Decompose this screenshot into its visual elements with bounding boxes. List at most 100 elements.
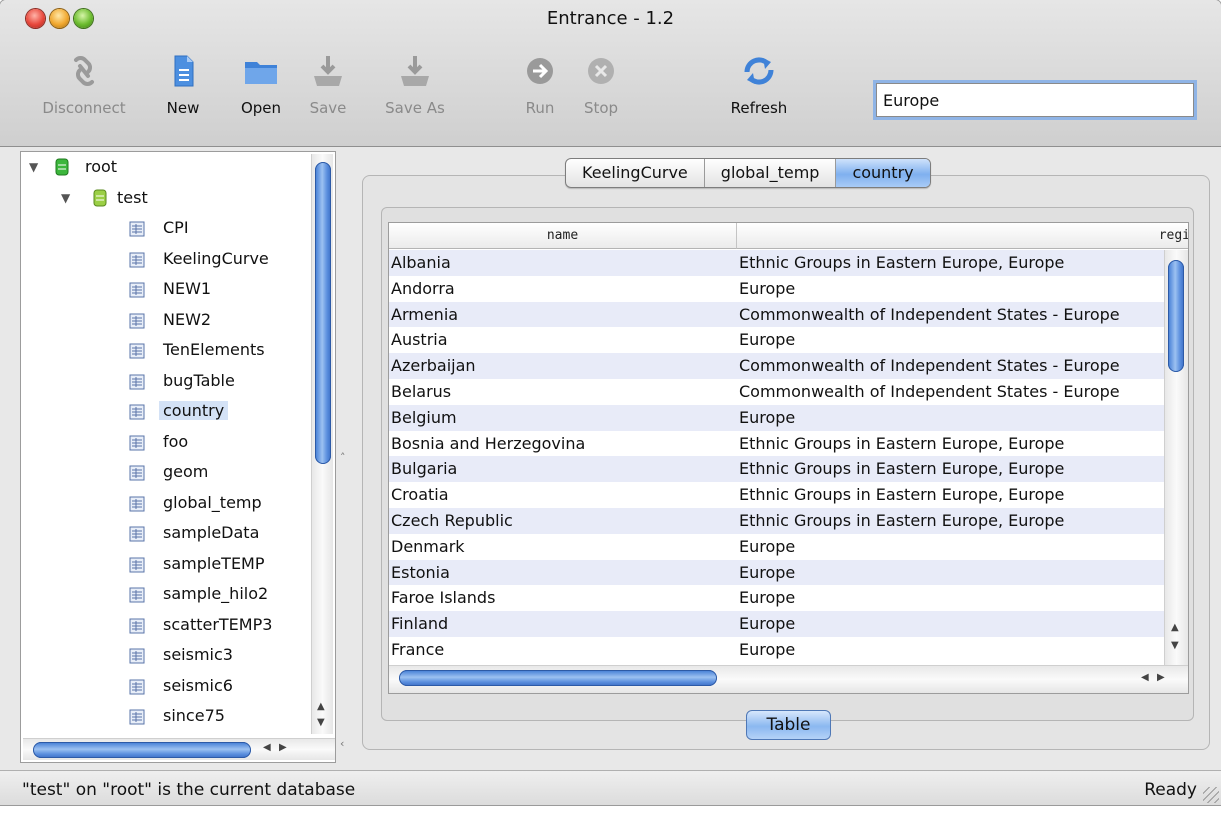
table-row[interactable]: Croatia Ethnic Groups in Eastern Europe, … [389, 482, 1164, 508]
tree-table-item[interactable]: TenElements [21, 337, 311, 365]
open-button[interactable]: Open [236, 54, 286, 117]
tree-table-item[interactable]: bugTable [21, 368, 311, 396]
cell-name: Croatia [391, 485, 449, 505]
scroll-thumb[interactable] [315, 162, 331, 464]
tree-table-item[interactable]: seismic3 [21, 642, 311, 670]
tree-horizontal-scrollbar[interactable]: ◀ ▶ [23, 738, 335, 760]
tree-table-item[interactable]: seismic6 [21, 673, 311, 701]
table-view-button[interactable]: Table [746, 710, 831, 740]
tab-keelingcurve[interactable]: KeelingCurve [566, 159, 705, 187]
table-vertical-scrollbar[interactable]: ▲ ▼ [1164, 250, 1188, 665]
data-table: name regi Albania Ethnic Groups in Easter… [388, 222, 1189, 694]
scroll-down-arrow-icon[interactable]: ▼ [317, 717, 325, 728]
collapse-arrow-icon[interactable]: ˄ [340, 451, 346, 464]
table-horizontal-scrollbar[interactable]: ◀ ▶ [389, 665, 1188, 693]
tree-table-item[interactable]: sampleData [21, 520, 311, 548]
tree-table-item[interactable]: sampleTEMP [21, 551, 311, 579]
stop-label: Stop [583, 99, 619, 117]
save-as-button[interactable]: Save As [380, 54, 450, 117]
cell-region: Europe [739, 536, 796, 556]
cell-name: Faroe Islands [391, 588, 496, 608]
scroll-right-arrow-icon[interactable]: ▶ [279, 742, 287, 753]
split-view-divider[interactable]: ˄ ‹ [337, 151, 351, 763]
scroll-up-arrow-icon[interactable]: ▲ [1171, 622, 1179, 633]
tree-table-item[interactable]: global_temp [21, 490, 311, 518]
disclosure-triangle-icon[interactable]: ▼ [29, 160, 38, 174]
tree-table-label: bugTable [163, 370, 235, 390]
refresh-button[interactable]: Refresh [726, 54, 792, 117]
scroll-right-arrow-icon[interactable]: ▶ [1157, 672, 1165, 683]
table-row[interactable]: Czech Republic Ethnic Groups in Eastern E… [389, 507, 1164, 534]
table-icon [129, 343, 145, 359]
tree-table-item[interactable]: CPI [21, 215, 311, 243]
table-row[interactable]: Estonia Europe [389, 559, 1164, 586]
tab-country[interactable]: country [836, 159, 930, 187]
save-button[interactable]: Save [308, 54, 348, 117]
window-title: Entrance - 1.2 [546, 8, 675, 29]
table-row[interactable]: Bulgaria Ethnic Groups in Eastern Europe,… [389, 456, 1164, 483]
table-icon [129, 648, 145, 664]
tree-table-label: scatterTEMP3 [163, 614, 273, 634]
save-as-icon [401, 56, 429, 86]
column-header-name[interactable]: name [389, 223, 737, 249]
tree-table-item[interactable]: geom [21, 459, 311, 487]
scroll-left-arrow-icon[interactable]: ◀ [263, 742, 271, 753]
table-row[interactable]: Faroe Islands Europe [389, 585, 1164, 611]
scroll-left-arrow-icon[interactable]: ◀ [1141, 672, 1149, 683]
tree-table-item[interactable]: since75 [21, 703, 311, 731]
scroll-thumb[interactable] [33, 742, 251, 758]
table-row[interactable]: Azerbaijan Commonwealth of Independent St… [389, 353, 1164, 379]
table-row[interactable]: Austria Europe [389, 327, 1164, 353]
tree-table-item[interactable]: KeelingCurve [21, 246, 311, 274]
scroll-thumb[interactable] [399, 670, 717, 686]
table-row[interactable]: Albania Ethnic Groups in Eastern Europe, … [389, 250, 1164, 276]
scroll-up-arrow-icon[interactable]: ▲ [317, 701, 325, 712]
run-label: Run [525, 99, 555, 117]
run-arrow-icon [527, 58, 553, 84]
tree-table-item[interactable]: country [21, 398, 311, 426]
cell-region: Europe [739, 562, 796, 582]
table-row[interactable]: Bosnia and Herzegovina Ethnic Groups in E… [389, 431, 1164, 457]
table-row[interactable]: France Europe [389, 637, 1164, 663]
tree-vertical-scrollbar[interactable]: ▲ ▼ [311, 154, 333, 734]
table-row[interactable]: Denmark Europe [389, 534, 1164, 560]
tree-table-item[interactable]: scatterTEMP3 [21, 612, 311, 640]
table-row[interactable]: Andorra Europe [389, 276, 1164, 302]
expand-arrow-icon[interactable]: ‹ [340, 737, 344, 750]
new-button[interactable]: New [163, 54, 203, 117]
scroll-thumb[interactable] [1168, 260, 1184, 372]
run-button[interactable]: Run [520, 54, 560, 117]
table-row[interactable]: Belarus Commonwealth of Independent State… [389, 379, 1164, 405]
disconnect-label: Disconnect [42, 99, 126, 117]
table-row[interactable]: Finland Europe [389, 611, 1164, 637]
tree-table-item[interactable]: foo [21, 429, 311, 457]
disclosure-triangle-icon[interactable]: ▼ [61, 191, 70, 205]
tree-table-item[interactable]: NEW2 [21, 307, 311, 335]
column-header-region[interactable]: regi [737, 223, 1188, 249]
resize-grip-icon[interactable] [1203, 787, 1219, 803]
tree-table-item[interactable]: sample_hilo2 [21, 581, 311, 609]
tree-node-root[interactable]: ▼ root [21, 154, 311, 182]
search-input[interactable] [876, 83, 1194, 117]
disconnect-button[interactable]: Disconnect [34, 54, 134, 117]
table-icon [129, 374, 145, 389]
title-toolbar-area: Entrance - 1.2 Disconnect New Open Save … [0, 0, 1221, 147]
tree-node-database[interactable]: ▼ test [21, 185, 311, 213]
cell-name: Belgium [391, 407, 457, 427]
scroll-down-arrow-icon[interactable]: ▼ [1171, 640, 1179, 651]
cell-region: Commonwealth of Independent States - Eur… [739, 381, 1120, 401]
cell-region: Ethnic Groups in Eastern Europe, Europe [739, 510, 1065, 530]
tree-table-item[interactable]: NEW1 [21, 276, 311, 304]
table-row[interactable]: Armenia Commonwealth of Independent State… [389, 301, 1164, 328]
stop-button[interactable]: Stop [578, 54, 624, 117]
cell-name: Armenia [391, 304, 459, 324]
status-bar: "test" on "root" is the current database… [0, 770, 1221, 805]
cell-name: Czech Republic [391, 510, 513, 530]
table-icon [129, 252, 145, 267]
tree-table-label: sampleTEMP [163, 553, 265, 573]
refresh-label: Refresh [730, 99, 788, 117]
tree-table-label: seismic3 [163, 645, 233, 664]
cell-region: Commonwealth of Independent States - Eur… [739, 356, 1120, 376]
table-row[interactable]: Belgium Europe [389, 404, 1164, 431]
tab-global-temp[interactable]: global_temp [705, 159, 837, 187]
